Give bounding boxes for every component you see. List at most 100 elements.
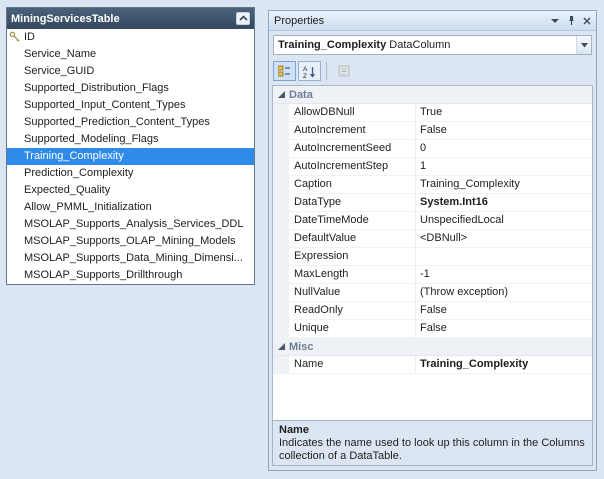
property-row[interactable]: ReadOnly False [273,302,592,320]
primary-key-icon [9,31,21,46]
property-name: Name [289,356,416,373]
property-name: NullValue [289,284,416,301]
table-row[interactable]: Supported_Prediction_Content_Types [7,114,254,131]
category-row[interactable]: Data [273,86,592,104]
property-row[interactable]: AutoIncrementStep 1 [273,158,592,176]
property-row[interactable]: AllowDBNull True [273,104,592,122]
property-name: AutoIncrement [289,122,416,139]
property-value[interactable]: (Throw exception) [416,284,592,301]
property-row-margin [273,284,289,301]
table-row[interactable]: ID [7,29,254,46]
column-name: MSOLAP_Supports_Analysis_Services_DDL [24,218,244,230]
property-name: DateTimeMode [289,212,416,229]
property-row[interactable]: DateTimeMode UnspecifiedLocal [273,212,592,230]
property-row[interactable]: DefaultValue <DBNull> [273,230,592,248]
table-row[interactable]: Prediction_Complexity [7,165,254,182]
property-name: DefaultValue [289,230,416,247]
property-row[interactable]: DataType System.Int16 [273,194,592,212]
property-value[interactable]: System.Int16 [416,194,592,211]
property-row[interactable]: Name Training_Complexity [273,356,592,374]
category-expander-icon[interactable] [273,90,289,99]
toolbar-separator [326,62,327,80]
object-name: Training_Complexity [278,39,387,51]
property-row[interactable]: Unique False [273,320,592,338]
column-name: Prediction_Complexity [24,167,134,179]
table-row[interactable]: Service_GUID [7,63,254,80]
property-row[interactable]: Caption Training_Complexity [273,176,592,194]
categorized-icon[interactable] [273,61,296,81]
properties-titlebar[interactable]: Properties [269,11,596,31]
column-name: ID [24,31,35,43]
property-row[interactable]: MaxLength -1 [273,266,592,284]
table-row[interactable]: Supported_Input_Content_Types [7,97,254,114]
property-value[interactable]: UnspecifiedLocal [416,212,592,229]
table-row[interactable]: MSOLAP_Supports_Analysis_Services_DDL [7,216,254,233]
object-type: DataColumn [389,39,451,51]
property-row[interactable]: NullValue (Throw exception) [273,284,592,302]
table-row[interactable]: MSOLAP_Supports_Drillthrough [7,267,254,284]
table-row[interactable]: Service_Name [7,46,254,63]
column-name: Expected_Quality [24,184,111,196]
property-value[interactable]: True [416,104,592,121]
help-pane: Name Indicates the name used to look up … [272,420,593,466]
category-expander-icon[interactable] [273,342,289,351]
table-mining-services: MiningServicesTable ID Service_Name Servic… [6,7,255,285]
category-row[interactable]: Misc [273,338,592,356]
pin-icon[interactable] [567,15,576,26]
property-value[interactable]: 0 [416,140,592,157]
property-value[interactable]: False [416,122,592,139]
property-name: AllowDBNull [289,104,416,121]
property-value[interactable]: Training_Complexity [416,356,592,373]
property-row-margin [273,122,289,139]
property-name: ReadOnly [289,302,416,319]
chevron-down-icon [576,36,591,54]
property-grid: Data AllowDBNull True AutoIncrement False Aut… [272,85,593,421]
property-value[interactable]: <DBNull> [416,230,592,247]
az-sort-icon[interactable]: AZ [298,61,321,81]
close-icon[interactable] [583,17,591,25]
object-selector[interactable]: Training_Complexity DataColumn [273,35,592,55]
table-row[interactable]: MSOLAP_Supports_OLAP_Mining_Models [7,233,254,250]
help-description: Indicates the name used to look up this … [279,437,585,462]
property-row[interactable]: Expression [273,248,592,266]
column-name: Supported_Modeling_Flags [24,133,159,145]
table-header[interactable]: MiningServicesTable [7,8,254,29]
svg-text:A: A [303,66,308,73]
table-row[interactable]: Training_Complexity [7,148,254,165]
property-row[interactable]: AutoIncrement False [273,122,592,140]
category-label: Misc [289,340,314,353]
property-row-margin [273,194,289,211]
properties-window: Properties Training_Complexity DataColum… [268,10,597,471]
property-row-margin [273,158,289,175]
column-name: MSOLAP_Supports_Data_Mining_Dimensi... [24,252,243,264]
window-menu-icon[interactable] [551,18,560,24]
property-name: AutoIncrementSeed [289,140,416,157]
table-row[interactable]: Expected_Quality [7,182,254,199]
table-column-list: ID Service_Name Service_GUID Supported_Dist… [7,29,254,284]
table-row[interactable]: Supported_Modeling_Flags [7,131,254,148]
column-name: Service_GUID [24,65,95,77]
property-value[interactable]: False [416,320,592,337]
properties-toolbar: AZ [273,59,355,83]
column-name: Supported_Distribution_Flags [24,82,169,94]
property-value[interactable] [416,248,592,265]
property-name: Expression [289,248,416,265]
property-row-margin [273,212,289,229]
property-row-margin [273,356,289,373]
property-value[interactable]: 1 [416,158,592,175]
table-row[interactable]: MSOLAP_Supports_Data_Mining_Dimensi... [7,250,254,267]
property-row-margin [273,266,289,283]
help-title: Name [279,424,309,436]
property-name: AutoIncrementStep [289,158,416,175]
property-row[interactable]: AutoIncrementSeed 0 [273,140,592,158]
property-value[interactable]: False [416,302,592,319]
table-row[interactable]: Allow_PMML_Initialization [7,199,254,216]
column-name: MSOLAP_Supports_OLAP_Mining_Models [24,235,236,247]
property-value[interactable]: -1 [416,266,592,283]
property-value[interactable]: Training_Complexity [416,176,592,193]
table-title: MiningServicesTable [11,12,120,25]
collapse-chevron-icon[interactable] [236,12,250,25]
table-row[interactable]: Supported_Distribution_Flags [7,80,254,97]
properties-title: Properties [274,14,325,27]
property-name: Caption [289,176,416,193]
